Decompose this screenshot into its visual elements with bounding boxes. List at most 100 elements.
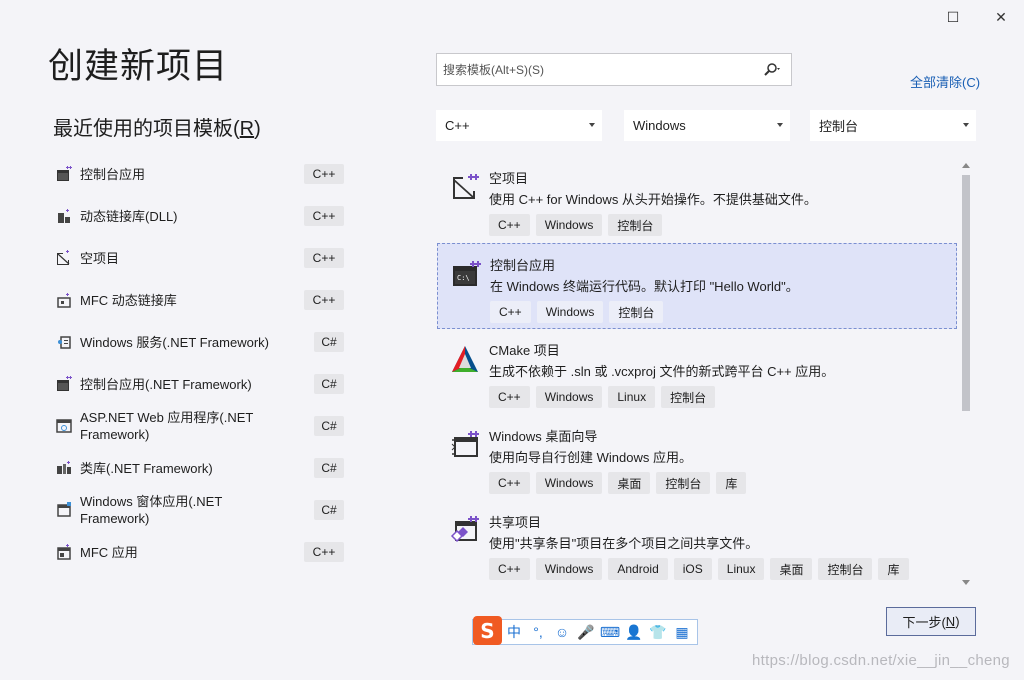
template-description: 在 Windows 终端运行代码。默认打印 "Hello World"。 <box>490 279 799 294</box>
recent-template-label: 类库(.NET Framework) <box>80 460 213 476</box>
ime-voice-icon[interactable]: 🎤 <box>574 621 598 643</box>
template-tag: iOS <box>673 558 712 580</box>
platform-filter[interactable]: Windows <box>624 110 790 141</box>
template-tag: 控制台 <box>818 558 873 580</box>
project-type-filter[interactable]: 控制台 <box>810 110 976 141</box>
template-tag: 控制台 <box>656 472 711 494</box>
recent-template-item[interactable]: ASP.NET Web 应用程序(.NET Framework) C# <box>52 405 348 447</box>
watermark: https://blog.csdn.net/xie__jin__cheng <box>752 652 1010 669</box>
template-item[interactable]: CMake 项目 生成不依赖于 .sln 或 .vcxproj 文件的新式跨平台 … <box>437 329 957 415</box>
web-app-icon <box>56 418 72 434</box>
language-filter-value: C++ <box>445 118 470 133</box>
template-title: Windows 桌面向导 <box>489 429 598 444</box>
page-title: 创建新项目 <box>48 47 229 86</box>
language-tag: C# <box>314 332 344 352</box>
recent-template-item[interactable]: 动态链接库(DLL) C++ <box>52 195 348 237</box>
template-title: 控制台应用 <box>490 258 556 273</box>
project-type-filter-value: 控制台 <box>819 119 859 134</box>
recent-template-item[interactable]: 控制台应用(.NET Framework) C# <box>52 363 348 405</box>
template-tag: C++ <box>489 472 530 494</box>
language-tag: C++ <box>304 542 344 562</box>
recent-templates-list: 控制台应用 C++ 动态链接库(DLL) C++ 空项目 C++ MFC 动态链接库 C++ W… <box>52 153 348 573</box>
maximize-button[interactable]: ☐ <box>942 6 964 28</box>
language-tag: C# <box>314 500 344 520</box>
template-item[interactable]: Windows 桌面向导 使用向导自行创建 Windows 应用。 C++ Windo… <box>437 415 957 501</box>
maximize-icon: ☐ <box>946 8 960 25</box>
ime-emoji-icon[interactable]: ☺ <box>550 621 574 643</box>
scroll-up-icon[interactable] <box>962 163 970 168</box>
service-icon <box>56 334 72 350</box>
template-tags: C++ Windows Android iOS Linux 桌面 控制台库 <box>489 558 909 580</box>
template-tag: C++ <box>489 214 530 236</box>
template-description: 使用"共享条目"项目在多个项目之间共享文件。 <box>489 536 759 551</box>
scroll-down-icon[interactable] <box>962 580 970 585</box>
template-item[interactable]: 空项目 使用 C++ for Windows 从头开始操作。不提供基础文件。 C++… <box>437 157 957 243</box>
recent-template-item[interactable]: Windows 窗体应用(.NET Framework) C# <box>52 489 348 531</box>
recent-template-item[interactable]: MFC 应用 C++ <box>52 531 348 573</box>
recent-template-label: 控制台应用 <box>80 166 146 182</box>
close-button[interactable]: ✕ <box>990 6 1012 28</box>
recent-template-item[interactable]: MFC 动态链接库 C++ <box>52 279 348 321</box>
template-tag: C++ <box>489 386 530 408</box>
recent-template-item[interactable]: 控制台应用 C++ <box>52 153 348 195</box>
next-button-label-end: ) <box>955 614 960 629</box>
template-list[interactable]: 空项目 使用 C++ for Windows 从头开始操作。不提供基础文件。 C++… <box>437 157 957 590</box>
ime-keyboard-icon[interactable]: ⌨ <box>598 621 622 643</box>
sogou-logo-icon[interactable]: S <box>473 616 502 645</box>
clear-all-link[interactable]: 全部清除(C) <box>910 72 980 91</box>
recent-template-item[interactable]: 类库(.NET Framework) C# <box>52 447 348 489</box>
chevron-down-icon <box>589 123 595 127</box>
close-icon: ✕ <box>995 8 1007 25</box>
winforms-icon <box>56 502 72 518</box>
ime-toolbar[interactable]: S 中 °, ☺ 🎤 ⌨ 👤 👕 ▦ <box>472 616 698 645</box>
template-tag: 控制台 <box>608 214 663 236</box>
scrollbar-thumb[interactable] <box>962 175 970 411</box>
template-title: 空项目 <box>489 171 529 186</box>
template-description: 生成不依赖于 .sln 或 .vcxproj 文件的新式跨平台 C++ 应用。 <box>489 364 835 379</box>
next-button-label: 下一步( <box>902 615 946 630</box>
template-tag: Windows <box>535 558 603 580</box>
search-icon[interactable] <box>763 62 781 78</box>
template-tag: 桌面 <box>770 558 813 580</box>
template-title: 共享项目 <box>489 515 542 530</box>
search-box[interactable] <box>436 53 792 86</box>
language-tag: C++ <box>304 290 344 310</box>
language-tag: C# <box>314 416 344 436</box>
template-tag: C++ <box>489 558 530 580</box>
template-tag: Windows <box>535 386 603 408</box>
desktop-wizard-icon <box>450 430 480 460</box>
recent-template-label: 控制台应用(.NET Framework) <box>80 376 252 392</box>
ime-account-icon[interactable]: 👤 <box>622 621 646 643</box>
template-tag: Windows <box>535 214 603 236</box>
ime-toolbox-icon[interactable]: ▦ <box>670 621 694 643</box>
template-item[interactable]: C:\ 控制台应用在 Windows 终端运行代码。默认打印 "Hello Wor… <box>437 243 957 329</box>
svg-text:C:\: C:\ <box>457 274 470 282</box>
template-tags: C++ Windows Linux 控制台 <box>489 386 716 408</box>
template-item[interactable]: 共享项目使用"共享条目"项目在多个项目之间共享文件。 C++ Windows Andr… <box>437 501 957 587</box>
ime-punctuation-icon[interactable]: °, <box>526 621 550 643</box>
recent-template-item[interactable]: Windows 服务(.NET Framework) C# <box>52 321 348 363</box>
empty-project-icon <box>56 250 72 266</box>
platform-filter-value: Windows <box>633 118 686 133</box>
next-button[interactable]: 下一步(N) <box>886 607 976 636</box>
console-icon: C:\ <box>451 259 481 289</box>
template-tag: Linux <box>717 558 765 580</box>
language-tag: C++ <box>304 248 344 268</box>
recent-template-label: MFC 应用 <box>80 544 138 560</box>
mfc-app-icon <box>56 544 72 560</box>
recent-heading-text: 最近使用的项目模板( <box>53 118 240 140</box>
template-list-scrollbar[interactable] <box>958 158 974 590</box>
template-tag: Windows <box>536 301 604 323</box>
recent-template-item[interactable]: 空项目 C++ <box>52 237 348 279</box>
language-filter[interactable]: C++ <box>436 110 602 141</box>
ime-skin-icon[interactable]: 👕 <box>646 621 670 643</box>
language-tag: C++ <box>304 206 344 226</box>
template-tag: 库 <box>716 472 747 494</box>
recent-template-label: ASP.NET Web 应用程序(.NET Framework) <box>80 410 254 442</box>
mfc-dll-icon <box>56 292 72 308</box>
ime-chinese-mode-icon[interactable]: 中 <box>502 621 526 643</box>
search-input[interactable] <box>441 62 755 78</box>
language-tag: C++ <box>304 164 344 184</box>
template-tag: Windows <box>535 472 603 494</box>
template-tag: 控制台 <box>661 386 716 408</box>
